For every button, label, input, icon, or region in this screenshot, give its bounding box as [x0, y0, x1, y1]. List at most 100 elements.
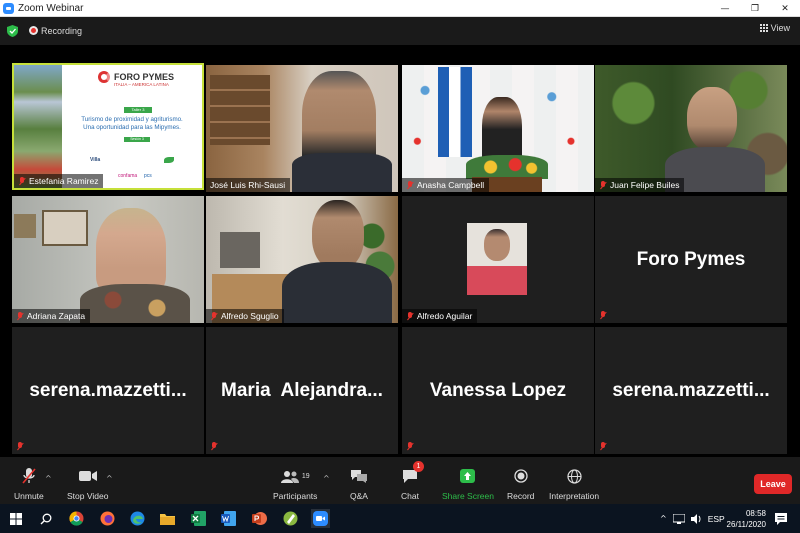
file-explorer-icon[interactable]: [158, 509, 177, 528]
chat-button[interactable]: 1 Chat: [401, 461, 424, 501]
slide-brand-sub: ITALIA – AMERICA LATINA: [114, 82, 169, 87]
participant-display-name: serena.mazzetti...: [29, 379, 187, 401]
audio-options-caret-icon[interactable]: ^: [45, 474, 52, 483]
video-tile-estefania-ramirez[interactable]: FORO PYMES ITALIA – AMERICA LATINA Talle…: [12, 63, 204, 190]
globe-icon: [566, 468, 582, 484]
video-feed: [402, 65, 594, 192]
windows-taskbar: ^ ESP 08:58 26/11/2020: [0, 504, 800, 533]
video-tile-adriana-zapata[interactable]: Adriana Zapata: [12, 196, 204, 323]
volume-icon[interactable]: [690, 513, 702, 524]
minimize-button[interactable]: —: [710, 0, 740, 17]
participant-name-tag: Estefania Ramirez: [14, 174, 104, 188]
sponsor-logo: pcs: [144, 173, 152, 179]
participants-count: 19: [301, 472, 310, 480]
bookshelf: [210, 75, 270, 145]
view-button[interactable]: View: [759, 23, 790, 33]
zoom-app-icon: [3, 2, 14, 14]
taskbar-clock[interactable]: 08:58 26/11/2020: [727, 508, 766, 530]
video-feed: [12, 196, 204, 323]
foro-pymes-logo-icon: [98, 71, 110, 83]
video-tile-serena-mazzetti-2[interactable]: serena.mazzetti...: [595, 327, 787, 454]
video-tile-foro-pymes[interactable]: Foro Pymes: [595, 196, 787, 323]
meeting-toolbar: Unmute ^ Stop Video ^ 19 Participants ^: [0, 457, 800, 504]
edge-icon[interactable]: [128, 509, 147, 528]
recording-indicator-icon: [29, 26, 38, 35]
powerpoint-icon[interactable]: [250, 509, 269, 528]
record-label: Record: [507, 491, 535, 501]
chat-unread-badge: 1: [412, 461, 424, 472]
show-hidden-icons-caret-icon[interactable]: ^: [660, 514, 667, 523]
video-tile-alfredo-sguglio[interactable]: Alfredo Sguglio: [206, 196, 398, 323]
chat-label: Chat: [401, 491, 419, 501]
person-silhouette: [312, 200, 364, 270]
interpretation-button[interactable]: Interpretation: [549, 467, 599, 501]
video-tile-juan-felipe-builes[interactable]: Juan Felipe Builes: [595, 65, 787, 192]
video-tile-maria-alejandra[interactable]: Maria Alejandra...: [206, 327, 398, 454]
window-titlebar: Zoom Webinar — ❐ ✕: [0, 0, 800, 17]
wall-painting: [42, 210, 88, 246]
participant-display-name: Vanessa Lopez: [429, 379, 567, 401]
stop-video-button[interactable]: Stop Video: [67, 467, 108, 501]
leave-button[interactable]: Leave: [754, 474, 792, 494]
sponsor-logo: confama: [118, 173, 138, 179]
pen-app-icon[interactable]: [281, 509, 300, 528]
record-button[interactable]: Record: [507, 467, 534, 501]
participants-icon: [280, 470, 299, 483]
profile-photo: [467, 223, 527, 295]
participants-options-caret-icon[interactable]: ^: [323, 474, 330, 483]
video-tile-serena-mazzetti[interactable]: serena.mazzetti...: [12, 327, 204, 454]
meeting-topbar: Recording View: [0, 17, 800, 45]
video-tile-alfredo-aguilar[interactable]: Alfredo Aguilar: [402, 196, 594, 323]
firefox-icon[interactable]: [98, 509, 117, 528]
share-screen-button[interactable]: Share Screen: [442, 467, 494, 501]
slide-session-label: Sesión 3: [124, 137, 150, 142]
flower-arrangement: [466, 155, 548, 179]
encryption-shield-icon[interactable]: [7, 25, 18, 37]
chat-bubble-icon: [402, 469, 417, 483]
stop-video-label: Stop Video: [67, 491, 109, 501]
slide-brand: FORO PYMES: [114, 72, 175, 82]
participant-display-name: serena.mazzetti...: [612, 379, 770, 401]
participant-display-name: Foro Pymes: [636, 248, 746, 270]
person-silhouette: [96, 208, 166, 294]
video-tile-vanessa-lopez[interactable]: Vanessa Lopez: [402, 327, 594, 454]
close-window-button[interactable]: ✕: [770, 0, 800, 17]
mic-muted-icon: [210, 311, 218, 321]
interpretation-label: Interpretation: [549, 491, 600, 501]
word-icon[interactable]: [219, 509, 238, 528]
shelf-object: [220, 232, 260, 268]
participants-button[interactable]: 19 Participants: [273, 467, 317, 501]
language-indicator[interactable]: ESP: [708, 514, 725, 524]
system-tray: ^ ESP: [660, 504, 725, 533]
recording-label: Recording: [41, 26, 83, 36]
qa-icon: [350, 470, 367, 483]
grid-view-icon: [759, 24, 768, 32]
unmute-button[interactable]: Unmute: [14, 467, 44, 501]
mic-muted-icon: [16, 442, 24, 451]
mic-muted-icon: [210, 442, 218, 451]
zoom-taskbar-icon[interactable]: [311, 509, 330, 528]
person-blouse: [80, 284, 190, 323]
windows-start-icon[interactable]: [6, 509, 25, 528]
maximize-button[interactable]: ❐: [740, 0, 770, 17]
video-tile-jose-luis-rhi-sausi[interactable]: José Luis Rhi-Sausi: [206, 65, 398, 192]
network-icon[interactable]: [672, 513, 685, 524]
participants-label: Participants: [273, 491, 318, 501]
clock-time: 08:58: [745, 509, 766, 518]
chrome-icon[interactable]: [67, 509, 86, 528]
person-suit: [282, 262, 392, 323]
person-suit: [292, 153, 392, 192]
excel-icon[interactable]: [189, 509, 208, 528]
notifications-icon[interactable]: [771, 509, 790, 528]
qa-label: Q&A: [350, 491, 368, 501]
mic-muted-icon: [406, 180, 414, 190]
window-title: Zoom Webinar: [18, 2, 84, 14]
participant-name-tag: Anasha Campbell: [402, 178, 490, 192]
search-icon[interactable]: [36, 509, 55, 528]
profile-photo-area: [402, 196, 594, 323]
record-icon: [514, 469, 528, 483]
view-label: View: [770, 23, 790, 33]
video-options-caret-icon[interactable]: ^: [106, 474, 113, 483]
qa-button[interactable]: Q&A: [350, 467, 368, 501]
video-tile-anasha-campbell[interactable]: Anasha Campbell: [402, 65, 594, 192]
